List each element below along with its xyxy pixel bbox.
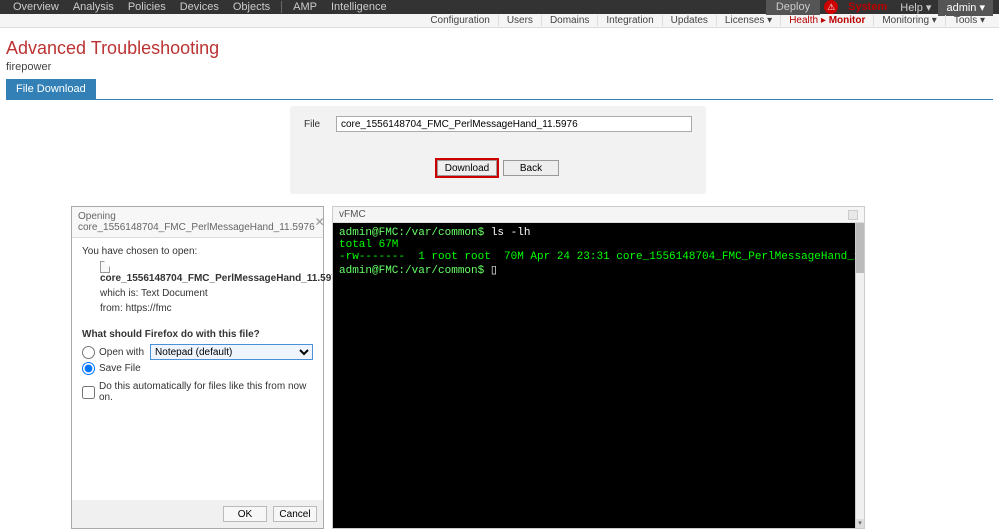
- open-with-select[interactable]: Notepad (default): [150, 344, 313, 360]
- page-subtitle: firepower: [6, 61, 993, 73]
- terminal-output[interactable]: admin@FMC:/var/common$ ls -lhtotal 67M-r…: [333, 223, 855, 528]
- nav-policies[interactable]: Policies: [121, 1, 173, 13]
- file-input[interactable]: [336, 116, 692, 132]
- terminal-panel: vFMC admin@FMC:/var/common$ ls -lhtotal …: [332, 206, 865, 529]
- subnav-domains[interactable]: Domains: [542, 15, 598, 26]
- file-label: File: [304, 119, 336, 130]
- sub-navbar: Configuration Users Domains Integration …: [0, 14, 999, 28]
- nav-analysis[interactable]: Analysis: [66, 1, 121, 13]
- open-with-label: Open with: [99, 347, 144, 358]
- page-title: Advanced Troubleshooting: [6, 38, 993, 59]
- save-file-radio[interactable]: [82, 362, 95, 375]
- cancel-button[interactable]: Cancel: [273, 506, 317, 522]
- close-icon[interactable]: ✕: [315, 215, 325, 229]
- ok-button[interactable]: OK: [223, 506, 267, 522]
- subnav-users[interactable]: Users: [499, 15, 542, 26]
- subnav-health[interactable]: Health ▸ Monitor: [781, 15, 874, 26]
- file-type: Text Document: [141, 288, 208, 299]
- file-icon: [100, 261, 110, 273]
- deploy-button[interactable]: Deploy: [766, 0, 820, 15]
- nav-divider: [281, 1, 282, 13]
- terminal-close-icon[interactable]: [848, 210, 858, 220]
- admin-menu[interactable]: admin ▾: [938, 0, 993, 16]
- dialog-title: Opening core_1556148704_FMC_PerlMessageH…: [78, 211, 315, 233]
- scrollbar-down-icon[interactable]: ▾: [856, 519, 864, 528]
- from-label: from:: [100, 303, 123, 314]
- terminal-scrollbar[interactable]: ▾: [855, 223, 864, 528]
- download-button[interactable]: Download: [437, 160, 497, 176]
- dialog-chosen-text: You have chosen to open:: [82, 246, 313, 257]
- subnav-monitoring[interactable]: Monitoring ▾: [874, 15, 946, 26]
- which-is-label: which is:: [100, 288, 138, 299]
- from-value: https://fmc: [126, 303, 172, 314]
- nav-objects[interactable]: Objects: [226, 1, 277, 13]
- open-with-radio[interactable]: [82, 346, 95, 359]
- nav-intelligence[interactable]: Intelligence: [324, 1, 394, 13]
- scrollbar-thumb[interactable]: [856, 223, 864, 273]
- subnav-tools[interactable]: Tools ▾: [946, 15, 993, 26]
- open-file-dialog: Opening core_1556148704_FMC_PerlMessageH…: [71, 206, 324, 529]
- back-button[interactable]: Back: [503, 160, 559, 176]
- nav-overview[interactable]: Overview: [6, 1, 66, 13]
- file-download-tab[interactable]: File Download: [6, 79, 96, 99]
- auto-checkbox[interactable]: [82, 386, 95, 399]
- nav-devices[interactable]: Devices: [173, 1, 226, 13]
- subnav-licenses[interactable]: Licenses ▾: [717, 15, 781, 26]
- dialog-filename: core_1556148704_FMC_PerlMessageHand_11.5…: [100, 273, 342, 284]
- file-download-panel: File Download Back: [290, 106, 706, 194]
- auto-label: Do this automatically for files like thi…: [99, 381, 313, 403]
- help-menu[interactable]: Help ▾: [893, 1, 938, 14]
- global-navbar: Overview Analysis Policies Devices Objec…: [0, 0, 999, 14]
- alert-icon[interactable]: ⚠: [824, 0, 838, 14]
- save-file-label: Save File: [99, 363, 141, 374]
- nav-amp[interactable]: AMP: [286, 1, 324, 13]
- dialog-question: What should Firefox do with this file?: [82, 329, 313, 340]
- system-link[interactable]: System: [842, 1, 893, 13]
- subnav-configuration[interactable]: Configuration: [422, 15, 498, 26]
- subnav-integration[interactable]: Integration: [598, 15, 662, 26]
- terminal-tab-label[interactable]: vFMC: [339, 209, 366, 220]
- subnav-updates[interactable]: Updates: [663, 15, 717, 26]
